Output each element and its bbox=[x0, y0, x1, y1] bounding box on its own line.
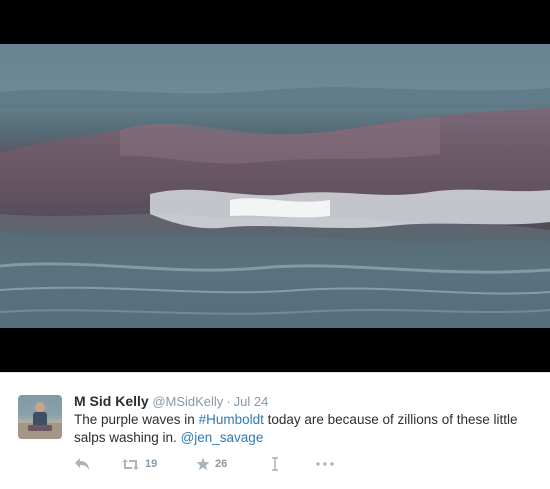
tweet-actions: 19 26 bbox=[74, 455, 346, 473]
user-handle[interactable]: @MSidKelly bbox=[152, 394, 223, 409]
text-cursor-icon bbox=[271, 457, 279, 471]
tweet-text: The purple waves in #Humboldt today are … bbox=[74, 411, 524, 446]
star-icon bbox=[196, 457, 210, 471]
retweet-count: 19 bbox=[145, 458, 158, 470]
favorite-count: 26 bbox=[215, 458, 228, 470]
purple-waves-photo[interactable] bbox=[0, 44, 550, 328]
tweet: M Sid Kelly @MSidKelly · Jul 24 The purple… bbox=[0, 372, 550, 489]
more-icon bbox=[316, 462, 334, 466]
reply-button[interactable] bbox=[74, 457, 114, 471]
retweet-icon bbox=[121, 458, 140, 471]
tweet-header: M Sid Kelly @MSidKelly · Jul 24 bbox=[74, 393, 268, 410]
separator: · bbox=[226, 394, 231, 409]
tweet-text-part: The purple waves in bbox=[74, 412, 199, 427]
reply-icon bbox=[74, 457, 90, 471]
tweet-media[interactable] bbox=[0, 0, 550, 372]
tweet-timestamp[interactable]: Jul 24 bbox=[234, 394, 269, 409]
avatar[interactable] bbox=[18, 395, 62, 439]
text-cursor bbox=[271, 457, 316, 471]
retweet-button[interactable]: 19 bbox=[121, 458, 196, 471]
hashtag-link[interactable]: #Humboldt bbox=[199, 412, 264, 427]
more-button[interactable] bbox=[316, 462, 346, 466]
mention-link[interactable]: @jen_savage bbox=[181, 430, 264, 445]
user-fullname[interactable]: M Sid Kelly bbox=[74, 393, 149, 409]
favorite-button[interactable]: 26 bbox=[196, 457, 271, 471]
